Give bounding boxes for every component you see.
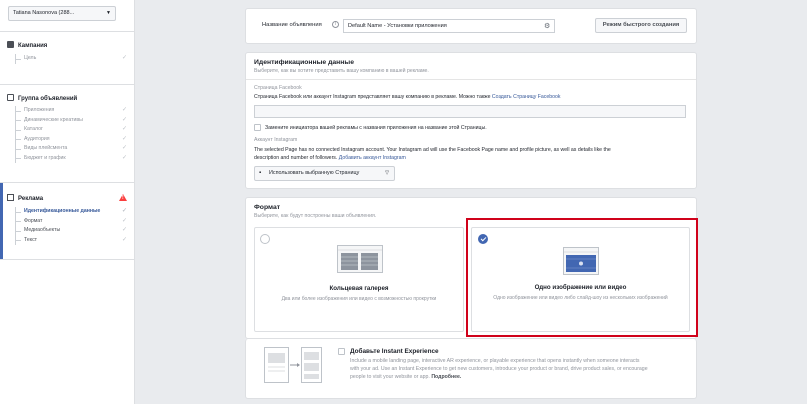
instant-experience-text: people to visit your website or app. bbox=[350, 374, 430, 380]
ad-name-card: Название объявления i Default Name - Уст… bbox=[245, 8, 697, 44]
create-page-link[interactable]: Создать Страницу Facebook bbox=[492, 94, 561, 100]
check-icon: ✓ bbox=[121, 227, 127, 233]
sidebar-item-placements[interactable]: Виды плейсмента ✓ bbox=[13, 144, 131, 154]
sidebar-item-label: Медиаобъекты bbox=[24, 227, 61, 233]
add-instagram-link[interactable]: Добавить аккаунт Instagram bbox=[339, 155, 406, 161]
sidebar-item-media[interactable]: Медиаобъекты ✓ bbox=[13, 226, 131, 236]
chevron-down-icon: ▽ bbox=[385, 170, 389, 176]
quick-create-button[interactable]: Режим быстрого создания bbox=[595, 18, 687, 33]
ad-title: Реклама bbox=[18, 196, 44, 202]
replace-sponsor-label: Замените инициатора вашей рекламы с назв… bbox=[265, 125, 487, 131]
campaign-checkbox-icon bbox=[7, 41, 14, 48]
use-page-label: Использовать выбранную Страницу bbox=[269, 170, 360, 176]
check-icon: ✓ bbox=[121, 107, 127, 113]
sidebar-item-label: Динамические креативы bbox=[24, 116, 83, 123]
sidebar-item-label: Текст bbox=[24, 236, 38, 243]
gear-icon[interactable]: ⚙ bbox=[544, 22, 550, 30]
identity-subtitle: Выберите, как вы хотите представить вашу… bbox=[254, 68, 429, 74]
sidebar-divider bbox=[0, 259, 135, 260]
facebook-page-label: Страница Facebook bbox=[254, 85, 302, 91]
instagram-account-label: Аккаунт Instagram bbox=[254, 137, 298, 143]
ad-name-label: Название объявления bbox=[262, 22, 322, 28]
identity-title: Идентификационные данные bbox=[254, 59, 354, 66]
sidebar-item-budget[interactable]: Бюджет и график ✓ bbox=[13, 153, 131, 164]
check-icon: ✓ bbox=[121, 217, 127, 224]
instant-experience-illustration-icon bbox=[264, 347, 322, 383]
adset-checkbox-icon bbox=[7, 94, 14, 101]
sidebar-item-label: Виды плейсмента bbox=[24, 145, 68, 151]
instant-experience-checkbox[interactable] bbox=[338, 348, 345, 355]
account-name: Tatiana Nasonova (288... bbox=[13, 10, 75, 16]
format-title: Формат bbox=[254, 204, 281, 211]
chevron-down-icon: ▼ bbox=[106, 10, 111, 16]
sidebar-item-label: Цель bbox=[24, 55, 37, 61]
instant-experience-line1: Include a mobile landing page, interacti… bbox=[350, 358, 640, 364]
adset-title: Группа объявлений bbox=[18, 96, 78, 102]
account-selector[interactable]: Tatiana Nasonova (288... ▼ bbox=[8, 6, 116, 21]
adset-header[interactable]: Группа объявлений bbox=[7, 94, 77, 102]
campaign-header[interactable]: Кампания bbox=[7, 41, 47, 49]
warning-icon bbox=[119, 194, 127, 201]
sidebar-item-catalog[interactable]: Каталог ✓ bbox=[13, 125, 131, 135]
sidebar-item-identity[interactable]: Идентификационные данные ✓ bbox=[13, 207, 131, 217]
check-icon: ✓ bbox=[121, 154, 127, 161]
instant-experience-title: Добавьте Instant Experience bbox=[350, 348, 439, 355]
replace-sponsor-checkbox[interactable] bbox=[254, 124, 261, 131]
sidebar-item-label: Аудитория bbox=[24, 135, 50, 142]
ad-header[interactable]: Реклама bbox=[7, 194, 43, 202]
sidebar-item-format[interactable]: Формат ✓ bbox=[13, 216, 131, 227]
facebook-page-text: Страница Facebook или аккаунт Instagram … bbox=[254, 94, 491, 100]
learn-more-link[interactable]: Подробнее. bbox=[431, 374, 461, 380]
check-icon: ✓ bbox=[121, 116, 127, 123]
identity-card: Идентификационные данные Выберите, как в… bbox=[245, 52, 697, 189]
carousel-format-option[interactable]: Кольцевая галерея Два или более изображе… bbox=[254, 227, 464, 332]
ad-icon bbox=[7, 194, 14, 201]
check-icon: ✓ bbox=[121, 236, 127, 243]
selection-highlight-box bbox=[466, 218, 698, 337]
instant-experience-card: Добавьте Instant Experience Include a mo… bbox=[245, 339, 697, 399]
instagram-help-text: description and number of followers. bbox=[254, 155, 338, 161]
sidebar-section-campaign[interactable]: Кампания Цель ✓ bbox=[0, 31, 135, 76]
check-icon: ✓ bbox=[121, 55, 127, 61]
check-icon: ✓ bbox=[121, 126, 127, 132]
format-subtitle: Выберите, как будут построены ваши объяв… bbox=[254, 213, 377, 219]
check-icon: ✓ bbox=[121, 208, 127, 214]
instagram-help-line2: description and number of followers. Доб… bbox=[254, 155, 406, 161]
sidebar-section-adset[interactable]: Группа объявлений Приложения ✓ Динамическ… bbox=[0, 84, 135, 176]
facebook-page-help: Страница Facebook или аккаунт Instagram … bbox=[254, 94, 561, 100]
sidebar-item-objective[interactable]: Цель ✓ bbox=[13, 54, 131, 64]
divider bbox=[246, 79, 696, 80]
sidebar-item-audience[interactable]: Аудитория ✓ bbox=[13, 134, 131, 145]
sidebar-item-text[interactable]: Текст ✓ bbox=[13, 235, 131, 246]
instant-experience-line3: people to visit your website or app. Под… bbox=[350, 374, 461, 380]
info-icon: i bbox=[332, 21, 339, 28]
carousel-illustration-icon bbox=[337, 245, 383, 273]
sidebar-item-label: Приложения bbox=[24, 107, 55, 113]
sidebar-section-ad[interactable]: Реклама Идентификационные данные ✓ Формат… bbox=[0, 182, 135, 259]
carousel-description: Два или более изображения или видео с во… bbox=[281, 296, 437, 302]
use-selected-page-button[interactable]: ▪ Использовать выбранную Страницу ▽ bbox=[254, 166, 395, 181]
sidebar-item-label: Каталог bbox=[24, 126, 43, 132]
facebook-page-select[interactable] bbox=[254, 105, 686, 118]
instant-experience-line2: with your ad. Use an Instant Experience … bbox=[350, 366, 648, 372]
carousel-title: Кольцевая галерея bbox=[329, 285, 389, 292]
sidebar-item-label: Идентификационные данные bbox=[24, 208, 101, 214]
sidebar-item-apps[interactable]: Приложения ✓ bbox=[13, 106, 131, 116]
carousel-radio[interactable] bbox=[260, 234, 270, 244]
instagram-help-line1: The selected Page has no connected Insta… bbox=[254, 147, 611, 153]
sidebar-item-label: Бюджет и график bbox=[24, 154, 66, 161]
left-sidebar: Tatiana Nasonova (288... ▼ Кампания Цель… bbox=[0, 0, 135, 404]
check-icon: ✓ bbox=[121, 135, 127, 142]
check-icon: ✓ bbox=[121, 145, 127, 151]
page-icon: ▪ bbox=[259, 170, 262, 176]
campaign-title: Кампания bbox=[18, 43, 48, 49]
sidebar-item-label: Формат bbox=[24, 217, 43, 224]
ad-name-input[interactable]: Default Name - Установки приложения bbox=[343, 19, 555, 33]
sidebar-item-dynamic-creative[interactable]: Динамические креативы ✓ bbox=[13, 115, 131, 126]
